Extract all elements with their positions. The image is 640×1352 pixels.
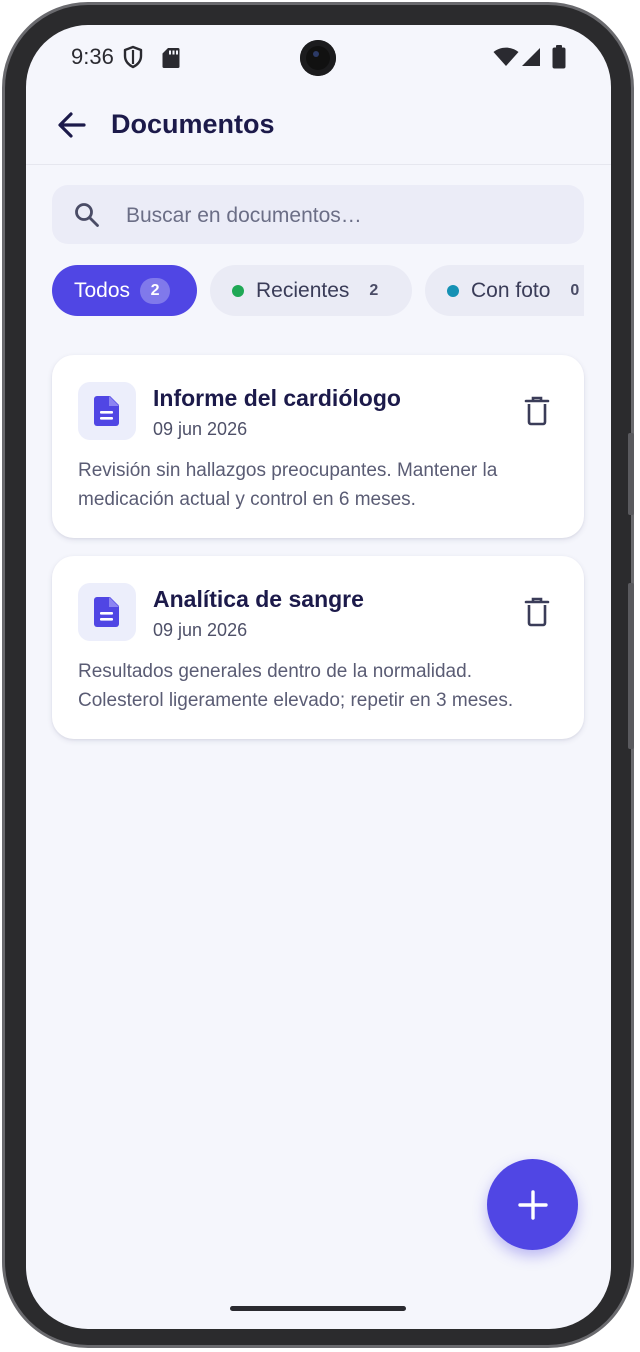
screen: 9:36 Documentos Buscar en documentos… To… — [26, 25, 611, 1329]
filter-chips: Todos 2 Recientes 2 Con foto 0 — [52, 265, 584, 317]
document-icon — [94, 396, 119, 426]
delete-button[interactable] — [522, 596, 552, 628]
cell-signal-icon — [522, 48, 540, 66]
document-thumbnail — [78, 382, 136, 440]
chip-count-badge: 2 — [140, 277, 171, 304]
document-thumbnail — [78, 583, 136, 641]
status-bar: 9:36 — [26, 25, 611, 89]
chip-label: Con foto — [471, 278, 551, 302]
document-description: Resultados generales dentro de la normal… — [78, 661, 514, 711]
search-bar[interactable] — [52, 185, 584, 246]
chip-recientes[interactable]: Recientes 2 — [210, 265, 412, 316]
front-camera — [300, 40, 336, 76]
document-title: Informe del cardiólogo — [153, 385, 401, 411]
document-card[interactable]: Informe del cardiólogo 09 jun 2026 Revis… — [52, 355, 584, 538]
app-bar: Documentos — [26, 89, 611, 165]
search-input[interactable] — [124, 185, 568, 246]
document-description: Revisión sin hallazgos preocupantes. Man… — [78, 460, 498, 510]
status-time: 9:36 — [71, 44, 114, 69]
teal-dot-icon — [447, 284, 459, 297]
chip-label: Recientes — [256, 278, 350, 302]
green-dot-icon — [232, 284, 244, 297]
arrow-left-icon — [58, 112, 86, 138]
power-button — [628, 583, 634, 749]
plus-icon — [517, 1189, 548, 1220]
document-card[interactable]: Analítica de sangre 09 jun 2026 Resultad… — [52, 556, 584, 739]
trash-icon — [524, 396, 550, 426]
chip-todos[interactable]: Todos 2 — [52, 265, 197, 316]
document-icon — [94, 597, 119, 627]
chip-label: Todos — [74, 278, 131, 302]
home-indicator[interactable] — [230, 1306, 406, 1311]
chip-count: 0 — [570, 281, 580, 299]
back-button[interactable] — [54, 107, 90, 143]
chip-con-foto[interactable]: Con foto 0 — [425, 265, 584, 316]
add-document-button[interactable] — [487, 1159, 578, 1250]
document-date: 09 jun 2026 — [153, 419, 248, 439]
shield-icon — [123, 45, 143, 69]
wifi-icon — [493, 47, 519, 66]
sd-card-icon — [162, 48, 180, 68]
delete-button[interactable] — [522, 395, 552, 427]
volume-button — [628, 433, 634, 515]
chip-count: 2 — [369, 281, 379, 299]
page-title: Documentos — [111, 109, 275, 139]
document-date: 09 jun 2026 — [153, 620, 248, 640]
search-icon — [75, 203, 99, 227]
battery-icon — [552, 45, 566, 69]
document-title: Analítica de sangre — [153, 586, 364, 612]
trash-icon — [524, 597, 550, 627]
